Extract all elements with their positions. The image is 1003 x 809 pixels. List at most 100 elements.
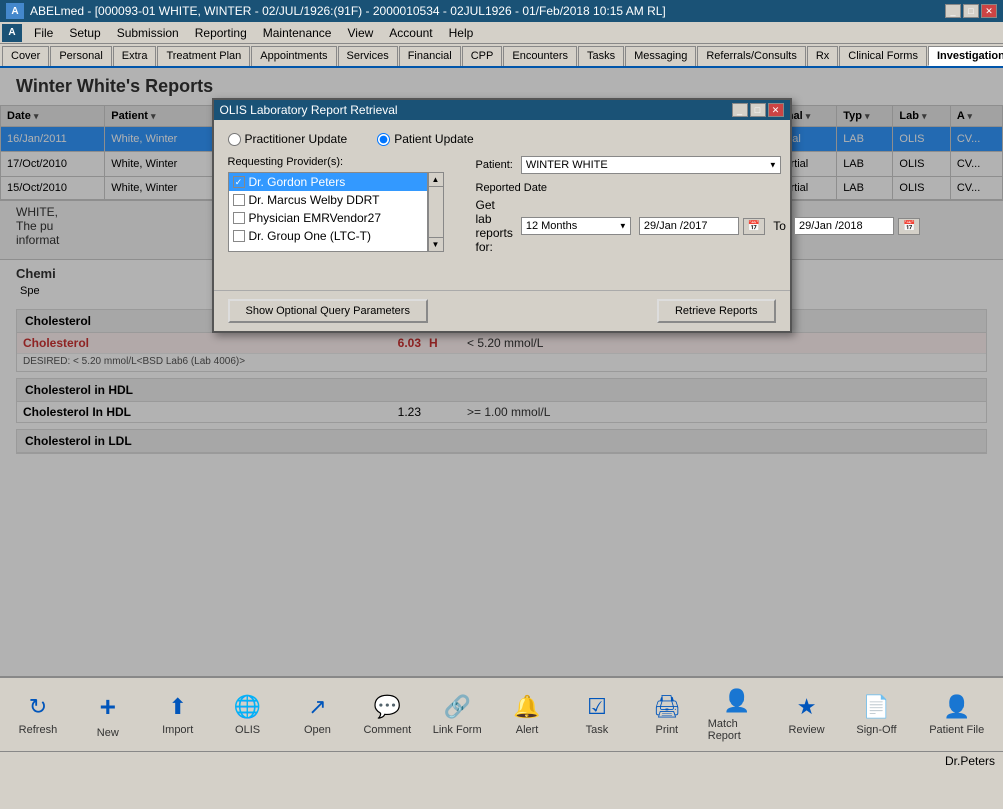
menu-account[interactable]: Account xyxy=(381,24,440,42)
comment-icon: 💬 xyxy=(374,694,401,720)
provider-check-3[interactable] xyxy=(233,230,245,242)
scroll-up-button[interactable]: ▲ xyxy=(429,173,443,187)
menu-maintenance[interactable]: Maintenance xyxy=(255,24,340,42)
to-date-picker-button[interactable]: 📅 xyxy=(898,218,920,235)
open-label: Open xyxy=(304,724,331,736)
toolbar-import-button[interactable]: ⬆ Import xyxy=(144,681,212,749)
tab-encounters[interactable]: Encounters xyxy=(503,46,577,66)
toolbar-task-button[interactable]: ☑ Task xyxy=(563,681,631,749)
reported-date-label: Reported Date xyxy=(476,182,921,194)
provider-check-0[interactable]: ✓ xyxy=(233,176,245,188)
tab-treatment-plan[interactable]: Treatment Plan xyxy=(157,46,250,66)
radio-practitioner-input[interactable] xyxy=(228,133,241,146)
toolbar-sign-off-button[interactable]: 📄 Sign-Off xyxy=(843,681,911,749)
link-form-label: Link Form xyxy=(433,724,482,736)
patient-select-wrapper: WINTER WHITE xyxy=(521,156,781,174)
modal-close-button[interactable]: ✕ xyxy=(768,103,784,117)
radio-row: Practitioner Update Patient Update xyxy=(228,132,776,146)
modal-maximize-button[interactable]: □ xyxy=(750,103,766,117)
task-label: Task xyxy=(586,724,609,736)
provider-list[interactable]: ✓ Dr. Gordon Peters Dr. Marcus Welby DDR… xyxy=(228,172,428,252)
radio-patient-input[interactable] xyxy=(377,133,390,146)
toolbar-match-report-button[interactable]: 👤 Match Report xyxy=(703,681,771,749)
provider-list-scrollbar[interactable]: ▲ ▼ xyxy=(428,172,444,252)
show-optional-params-button[interactable]: Show Optional Query Parameters xyxy=(228,299,428,323)
toolbar-alert-button[interactable]: 🔔 Alert xyxy=(493,681,561,749)
link-form-icon: 🔗 xyxy=(443,694,470,720)
main-content: Winter White's Reports Date ▾ Patient ▾ … xyxy=(0,68,1003,676)
app-logo-icon: A xyxy=(6,3,24,19)
from-date-picker-button[interactable]: 📅 xyxy=(743,218,765,235)
new-icon: + xyxy=(100,691,116,723)
radio-practitioner-update[interactable]: Practitioner Update xyxy=(228,132,348,146)
provider-check-2[interactable] xyxy=(233,212,245,224)
toolbar-refresh-button[interactable]: ↻ Refresh xyxy=(4,681,72,749)
from-date-input[interactable] xyxy=(639,217,739,235)
toolbar-new-button[interactable]: + New xyxy=(74,681,142,749)
open-icon: ↗ xyxy=(308,694,326,720)
retrieve-reports-button[interactable]: Retrieve Reports xyxy=(657,299,776,323)
app-icon: A xyxy=(2,24,22,42)
refresh-icon: ↻ xyxy=(29,694,47,720)
minimize-button[interactable]: _ xyxy=(945,4,961,18)
menu-view[interactable]: View xyxy=(339,24,381,42)
maximize-button[interactable]: □ xyxy=(963,4,979,18)
tab-referrals[interactable]: Referrals/Consults xyxy=(697,46,805,66)
patient-select[interactable]: WINTER WHITE xyxy=(521,156,781,174)
tab-financial[interactable]: Financial xyxy=(399,46,461,66)
menu-bar: A File Setup Submission Reporting Mainte… xyxy=(0,22,1003,44)
toolbar-link-form-button[interactable]: 🔗 Link Form xyxy=(423,681,491,749)
menu-help[interactable]: Help xyxy=(441,24,482,42)
months-select[interactable]: 1 Month 3 Months 6 Months 12 Months 24 M… xyxy=(521,217,631,235)
review-label: Review xyxy=(789,724,825,736)
provider-list-container: Requesting Provider(s): ✓ Dr. Gordon Pet… xyxy=(228,156,444,266)
toolbar-olis-button[interactable]: 🌐 OLIS xyxy=(214,681,282,749)
modal-title-bar: OLIS Laboratory Report Retrieval _ □ ✕ xyxy=(214,100,790,120)
patient-label: Patient: xyxy=(476,159,513,171)
tab-investigations[interactable]: Investigations xyxy=(928,46,1003,66)
tab-clinical-forms[interactable]: Clinical Forms xyxy=(839,46,927,66)
provider-label: Requesting Provider(s): xyxy=(228,156,444,168)
tab-rx[interactable]: Rx xyxy=(807,46,838,66)
radio-patient-update[interactable]: Patient Update xyxy=(377,132,473,146)
provider-item-0[interactable]: ✓ Dr. Gordon Peters xyxy=(229,173,427,191)
scroll-down-button[interactable]: ▼ xyxy=(429,237,443,251)
menu-submission[interactable]: Submission xyxy=(109,24,187,42)
tab-personal[interactable]: Personal xyxy=(50,46,111,66)
to-date-row: 📅 xyxy=(794,217,920,235)
modal-minimize-button[interactable]: _ xyxy=(732,103,748,117)
import-label: Import xyxy=(162,724,193,736)
tab-appointments[interactable]: Appointments xyxy=(251,46,336,66)
sign-off-label: Sign-Off xyxy=(856,724,896,736)
olis-label: OLIS xyxy=(235,724,260,736)
bottom-toolbar: ↻ Refresh + New ⬆ Import 🌐 OLIS ↗ Open 💬… xyxy=(0,676,1003,751)
tab-extra[interactable]: Extra xyxy=(113,46,157,66)
comment-label: Comment xyxy=(363,724,411,736)
provider-item-1[interactable]: Dr. Marcus Welby DDRT xyxy=(229,191,427,209)
title-bar: A ABELmed - [000093-01 WHITE, WINTER - 0… xyxy=(0,0,1003,22)
toolbar-open-button[interactable]: ↗ Open xyxy=(284,681,352,749)
toolbar-review-button[interactable]: ★ Review xyxy=(773,681,841,749)
provider-item-3[interactable]: Dr. Group One (LTC-T) xyxy=(229,227,427,245)
tab-services[interactable]: Services xyxy=(338,46,398,66)
toolbar-patient-file-button[interactable]: 👤 Patient File xyxy=(914,681,999,749)
print-label: Print xyxy=(656,724,679,736)
tab-cpp[interactable]: CPP xyxy=(462,46,503,66)
to-label: To xyxy=(773,219,786,233)
menu-reporting[interactable]: Reporting xyxy=(187,24,255,42)
modal-body: Practitioner Update Patient Update Reque… xyxy=(214,120,790,290)
to-date-input[interactable] xyxy=(794,217,894,235)
provider-check-1[interactable] xyxy=(233,194,245,206)
tab-tasks[interactable]: Tasks xyxy=(578,46,624,66)
toolbar-print-button[interactable]: 🖨 Print xyxy=(633,681,701,749)
tab-messaging[interactable]: Messaging xyxy=(625,46,696,66)
toolbar-comment-button[interactable]: 💬 Comment xyxy=(353,681,421,749)
refresh-label: Refresh xyxy=(19,724,58,736)
menu-setup[interactable]: Setup xyxy=(61,24,108,42)
close-button[interactable]: ✕ xyxy=(981,4,997,18)
reported-date-section: Reported Date Get lab reports for: 1 Mon… xyxy=(476,182,921,254)
tab-cover[interactable]: Cover xyxy=(2,46,49,66)
provider-item-2[interactable]: Physician EMRVendor27 xyxy=(229,209,427,227)
tabs-row: Cover Personal Extra Treatment Plan Appo… xyxy=(0,44,1003,68)
menu-file[interactable]: File xyxy=(26,24,61,42)
